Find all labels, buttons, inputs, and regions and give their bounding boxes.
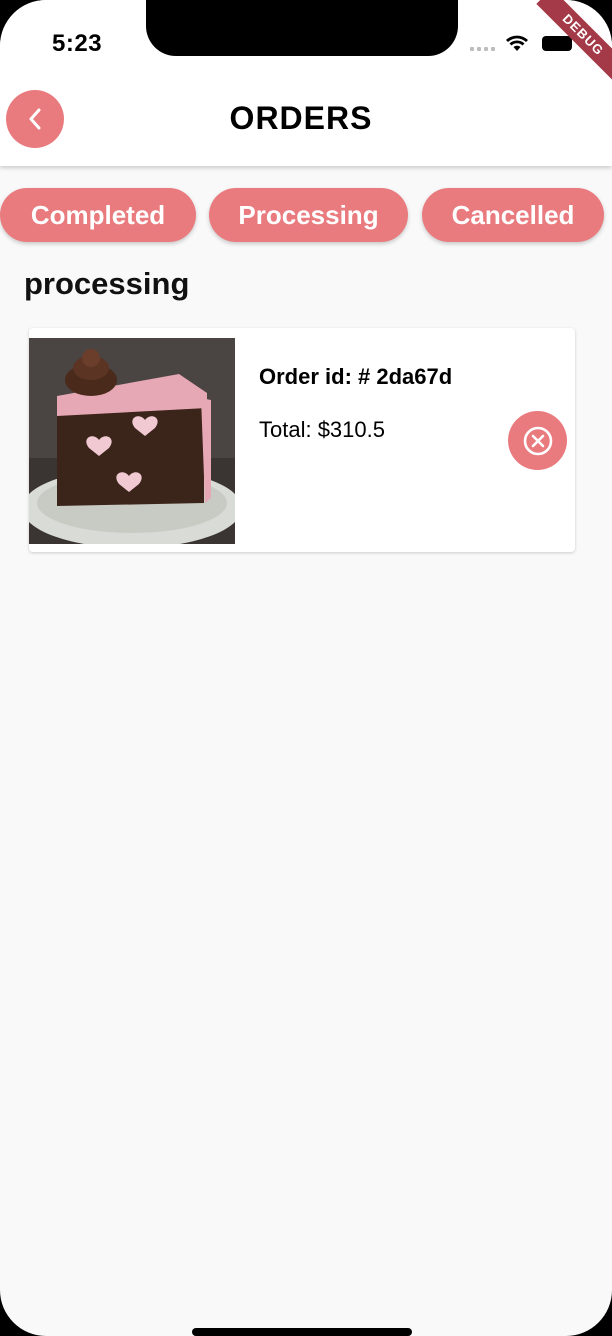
- filter-completed-button[interactable]: Completed: [0, 188, 196, 242]
- app-bar: 5:23 DEBUG ORDERS: [0, 0, 612, 166]
- order-card[interactable]: Order id: # 2da67d Total: $310.5: [29, 328, 575, 552]
- section-title: processing: [24, 266, 190, 301]
- wifi-icon: [506, 35, 528, 51]
- page-title: ORDERS: [229, 100, 373, 136]
- battery-icon: [542, 36, 572, 51]
- device-notch: [146, 0, 458, 56]
- cancel-circle-icon: [523, 426, 552, 455]
- status-time: 5:23: [52, 30, 103, 57]
- cake-image: [29, 338, 235, 544]
- cellular-signal-icon: [470, 47, 495, 51]
- app-screen: 5:23 DEBUG ORDERS Completed Processing C…: [0, 0, 612, 1336]
- order-total: Total: $310.5: [259, 417, 385, 442]
- cancel-order-button[interactable]: [508, 411, 567, 470]
- filter-processing-button[interactable]: Processing: [209, 188, 408, 242]
- filter-cancelled-button[interactable]: Cancelled: [422, 188, 604, 242]
- order-id: Order id: # 2da67d: [259, 364, 453, 389]
- home-indicator[interactable]: [192, 1328, 412, 1336]
- order-status-filters: Completed Processing Cancelled: [0, 188, 612, 242]
